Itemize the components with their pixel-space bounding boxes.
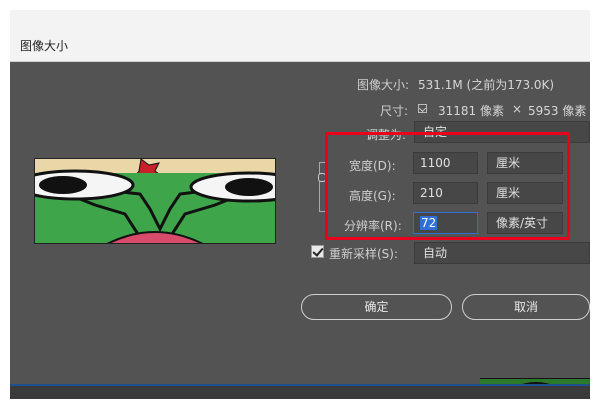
resample-method-select[interactable]: 自动	[414, 242, 590, 264]
resolution-label: 分辨率(R):	[344, 219, 402, 233]
application-window: 图像大小	[10, 10, 590, 399]
image-size-label: 图像大小:	[357, 78, 410, 92]
dimensions-height-px: 5953 像素	[528, 104, 587, 118]
workspace-bottom-strip	[10, 384, 590, 399]
image-size-value: 531.1M (之前为173.0K)	[418, 78, 555, 92]
resolution-value-selected: 72	[420, 216, 438, 230]
width-label: 宽度(D):	[349, 159, 396, 173]
width-input[interactable]: 1100	[413, 152, 478, 174]
cancel-button[interactable]: 取消	[462, 294, 590, 320]
link-chain-icon[interactable]	[318, 173, 326, 182]
height-unit-select[interactable]: 厘米	[487, 182, 563, 204]
ok-button[interactable]: 确定	[301, 294, 452, 320]
selection-edge	[10, 384, 590, 386]
fit-to-label: 调整为:	[366, 128, 407, 142]
dimensions-width-px: 31181 像素	[438, 104, 504, 118]
dialog-title: 图像大小	[20, 39, 69, 53]
dimensions-label: 尺寸:	[380, 104, 409, 118]
dimensions-times: ×	[512, 102, 523, 116]
constrain-proportions-bracket	[319, 162, 325, 212]
fit-to-select[interactable]: 自定	[414, 121, 590, 143]
width-unit-select[interactable]: 厘米	[487, 152, 563, 174]
preview-artwork	[35, 159, 275, 243]
dialog-titlebar: 图像大小	[10, 10, 590, 62]
resample-checkbox[interactable]	[311, 245, 324, 258]
height-label: 高度(G):	[349, 189, 396, 203]
resolution-input[interactable]: 72	[413, 212, 478, 234]
resample-label: 重新采样(S):	[329, 247, 399, 261]
height-input[interactable]: 210	[413, 182, 478, 204]
resolution-unit-select[interactable]: 像素/英寸	[487, 212, 563, 234]
image-preview[interactable]	[34, 158, 276, 244]
dimensions-units-chevron-icon[interactable]	[418, 104, 427, 113]
